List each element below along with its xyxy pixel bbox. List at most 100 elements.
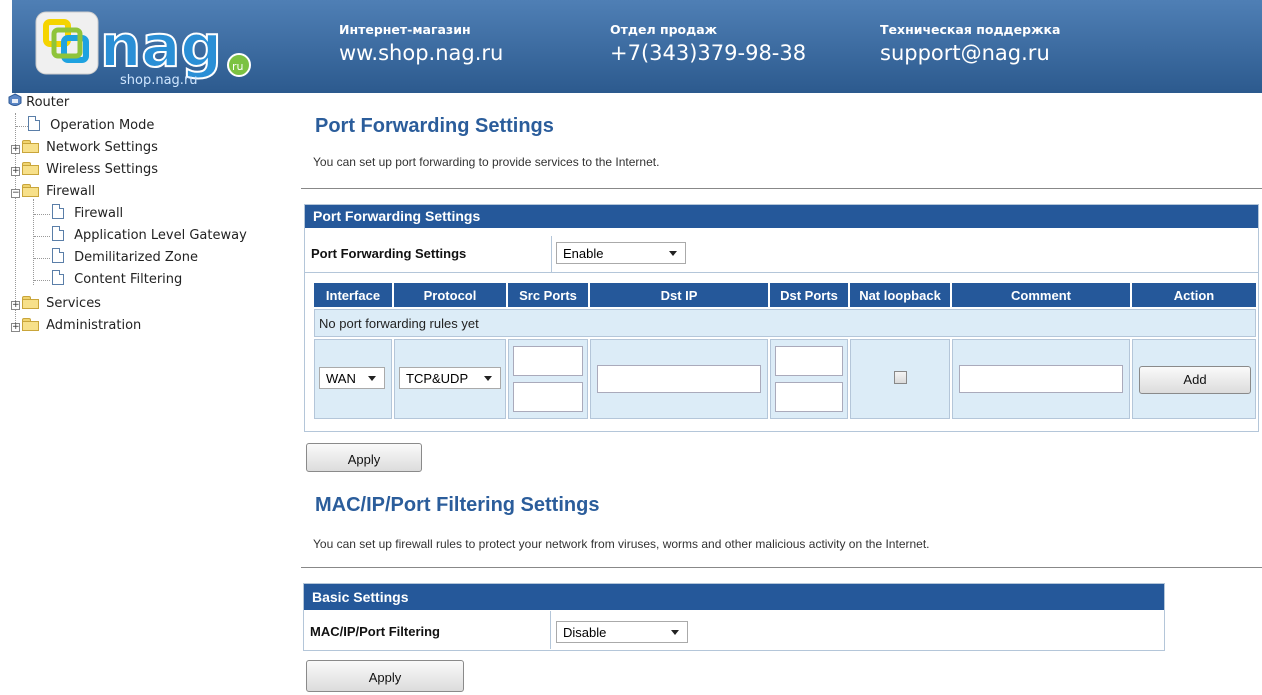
port-forwarding-label: Port Forwarding Settings bbox=[311, 246, 467, 261]
tree-item-label: Wireless Settings bbox=[46, 162, 158, 177]
tree-item-firewall-child[interactable]: Firewall bbox=[52, 204, 123, 224]
rules-table: Interface Protocol Src Ports Dst IP Dst … bbox=[312, 281, 1258, 421]
protocol-cell: TCP&UDP bbox=[394, 339, 506, 419]
col-interface: Interface bbox=[314, 283, 392, 307]
sales-phone[interactable]: +7(343)379-98-38 bbox=[610, 41, 806, 65]
chevron-down-icon bbox=[368, 376, 376, 381]
protocol-select[interactable]: TCP&UDP bbox=[399, 367, 501, 389]
tree-item-services[interactable]: Services bbox=[22, 294, 101, 314]
chevron-down-icon bbox=[669, 251, 677, 256]
folder-icon bbox=[22, 162, 39, 175]
interface-cell: WAN bbox=[314, 339, 392, 419]
expand-icon[interactable]: + bbox=[11, 301, 20, 310]
chevron-down-icon bbox=[484, 376, 492, 381]
dst-ports-cell bbox=[770, 339, 848, 419]
apply-port-forwarding-button[interactable]: Apply bbox=[306, 443, 422, 472]
nag-logo[interactable]: nag ru shop.nag.ru bbox=[34, 8, 284, 90]
folder-icon bbox=[22, 296, 39, 309]
empty-row: No port forwarding rules yet bbox=[314, 309, 1256, 337]
tree-item-operation-mode[interactable]: Operation Mode bbox=[28, 116, 154, 136]
select-value: WAN bbox=[326, 371, 356, 386]
tree-item-label: Content Filtering bbox=[74, 272, 183, 287]
nat-loopback-cell bbox=[850, 339, 950, 419]
expand-icon[interactable]: + bbox=[11, 323, 20, 332]
new-rule-row: WAN TCP&UDP Add bbox=[314, 339, 1256, 419]
shop-link[interactable]: ww.shop.nag.ru bbox=[339, 41, 503, 65]
select-value: Enable bbox=[563, 246, 604, 261]
dst-port-end-input[interactable] bbox=[775, 382, 843, 412]
col-nat-loopback: Nat loopback bbox=[850, 283, 950, 307]
mac-filtering-select[interactable]: Disable bbox=[556, 621, 688, 643]
tree-item-wireless-settings[interactable]: Wireless Settings bbox=[22, 160, 158, 180]
tree-item-label: Firewall bbox=[74, 206, 124, 221]
page-title: Port Forwarding Settings bbox=[315, 115, 554, 137]
page-icon bbox=[52, 226, 64, 241]
mac-filter-description: You can set up firewall rules to protect… bbox=[313, 537, 930, 551]
dst-ip-cell bbox=[590, 339, 768, 419]
tree-item-network-settings[interactable]: Network Settings bbox=[22, 138, 158, 158]
page-icon bbox=[52, 270, 64, 285]
chevron-down-icon bbox=[671, 630, 679, 635]
svg-text:ru: ru bbox=[232, 60, 244, 73]
add-button[interactable]: Add bbox=[1139, 366, 1251, 394]
support-email[interactable]: support@nag.ru bbox=[880, 41, 1060, 65]
action-cell: Add bbox=[1132, 339, 1256, 419]
table-header-row: Interface Protocol Src Ports Dst IP Dst … bbox=[314, 283, 1256, 307]
select-value: Disable bbox=[563, 625, 607, 640]
col-src-ports: Src Ports bbox=[508, 283, 588, 307]
apply-mac-filter-button[interactable]: Apply bbox=[306, 660, 464, 692]
tree-root-label: Router bbox=[26, 95, 70, 110]
src-port-end-input[interactable] bbox=[513, 382, 583, 412]
tree-item-administration[interactable]: Administration bbox=[22, 316, 141, 336]
nat-loopback-checkbox[interactable] bbox=[893, 371, 907, 384]
comment-input[interactable] bbox=[959, 365, 1123, 393]
port-forwarding-select[interactable]: Enable bbox=[556, 242, 686, 264]
expand-icon[interactable]: + bbox=[11, 167, 20, 176]
tree-item-alg[interactable]: Application Level Gateway bbox=[52, 226, 247, 246]
tree-item-label: Services bbox=[46, 296, 101, 311]
page-icon bbox=[28, 116, 40, 131]
page-description: You can set up port forwarding to provid… bbox=[313, 155, 660, 169]
interface-select[interactable]: WAN bbox=[319, 367, 385, 389]
dst-ip-input[interactable] bbox=[597, 365, 761, 393]
basic-settings-box: Basic Settings MAC/IP/Port Filtering Dis… bbox=[303, 583, 1165, 651]
support-contact: Техническая поддержка support@nag.ru bbox=[880, 22, 1060, 65]
sales-contact: Отдел продаж +7(343)379-98-38 bbox=[610, 22, 806, 65]
folder-icon bbox=[22, 318, 39, 331]
support-label: Техническая поддержка bbox=[880, 22, 1061, 37]
expand-icon[interactable]: + bbox=[11, 145, 20, 154]
shop-label: Интернет-магазин bbox=[339, 22, 471, 37]
src-port-start-input[interactable] bbox=[513, 346, 583, 376]
tree-item-label: Application Level Gateway bbox=[74, 228, 247, 243]
folder-icon bbox=[22, 140, 39, 153]
svg-text:shop.nag.ru: shop.nag.ru bbox=[120, 73, 198, 88]
tree-item-label: Demilitarized Zone bbox=[74, 250, 198, 265]
tree-item-label: Administration bbox=[46, 318, 142, 333]
divider bbox=[301, 188, 1262, 189]
open-folder-icon bbox=[22, 184, 39, 197]
col-action: Action bbox=[1132, 283, 1256, 307]
section-header: Port Forwarding Settings bbox=[305, 205, 1258, 228]
tree-item-content-filtering[interactable]: Content Filtering bbox=[52, 270, 182, 290]
col-protocol: Protocol bbox=[394, 283, 506, 307]
tree-item-dmz[interactable]: Demilitarized Zone bbox=[52, 248, 198, 268]
col-dst-ip: Dst IP bbox=[590, 283, 768, 307]
router-icon bbox=[8, 93, 22, 106]
mac-filter-title: MAC/IP/Port Filtering Settings bbox=[315, 494, 600, 516]
comment-cell bbox=[952, 339, 1130, 419]
site-header: nag ru shop.nag.ru Интернет-магазин ww.s… bbox=[12, 0, 1262, 93]
tree-item-label: Firewall bbox=[46, 184, 96, 199]
page-icon bbox=[52, 204, 64, 219]
section-header: Basic Settings bbox=[304, 584, 1164, 610]
dst-port-start-input[interactable] bbox=[775, 346, 843, 376]
tree-root[interactable]: Router bbox=[8, 93, 69, 113]
divider bbox=[301, 567, 1262, 568]
sales-label: Отдел продаж bbox=[610, 22, 718, 37]
src-ports-cell bbox=[508, 339, 588, 419]
svg-text:nag: nag bbox=[100, 12, 222, 80]
shop-contact: Интернет-магазин ww.shop.nag.ru bbox=[339, 22, 503, 65]
collapse-icon[interactable]: − bbox=[11, 189, 20, 198]
select-value: TCP&UDP bbox=[406, 371, 469, 386]
tree-item-label: Network Settings bbox=[46, 140, 158, 155]
tree-item-firewall[interactable]: Firewall bbox=[22, 182, 95, 202]
